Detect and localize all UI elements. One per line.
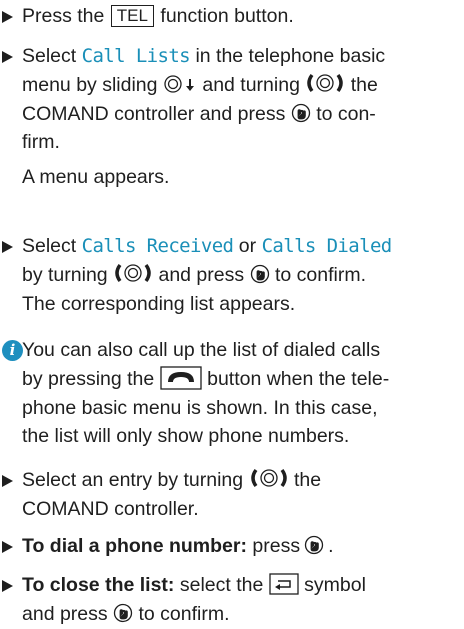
step-close-list: To close the list: select the symbol and… <box>0 571 462 629</box>
bullet-arrow-icon <box>2 541 13 553</box>
bullet-arrow-icon <box>2 475 13 487</box>
bullet-arrow-icon <box>2 580 13 592</box>
step-dial-number: To dial a phone number: press . <box>0 532 462 561</box>
bullet-arrow-icon <box>2 11 13 23</box>
step-select-entry: Select an entry by turning the COMAND co… <box>0 466 462 524</box>
controller-turn-icon <box>250 468 287 488</box>
step-select-call-lists: Select Call Lists in the telephone basic… <box>0 42 462 192</box>
manual-page: { "items": { "press_tel": { "pre": "Pres… <box>0 0 464 625</box>
controller-turn-icon <box>115 263 151 282</box>
calls-received-label: Calls Received <box>81 235 234 257</box>
info-icon: i <box>2 340 23 361</box>
step-press-tel: Press the TEL function button. <box>0 2 462 31</box>
controller-press-icon <box>304 535 324 555</box>
bullet-arrow-icon <box>2 51 13 63</box>
phone-handset-icon <box>160 366 202 390</box>
bullet-arrow-icon <box>2 241 13 253</box>
controller-slide-down-icon <box>164 75 194 93</box>
info-note: i You can also call up the list of diale… <box>0 336 462 451</box>
controller-turn-icon <box>307 73 344 92</box>
calls-dialed-label: Calls Dialed <box>261 235 393 257</box>
step-select-calls: Select Calls Received or Calls Dialed by… <box>0 232 462 318</box>
back-icon <box>269 573 299 595</box>
tel-key: TEL <box>110 5 154 27</box>
controller-press-icon <box>113 603 133 622</box>
controller-press-icon <box>291 103 310 122</box>
controller-press-icon <box>250 264 269 283</box>
call-lists-label: Call Lists <box>81 45 191 67</box>
